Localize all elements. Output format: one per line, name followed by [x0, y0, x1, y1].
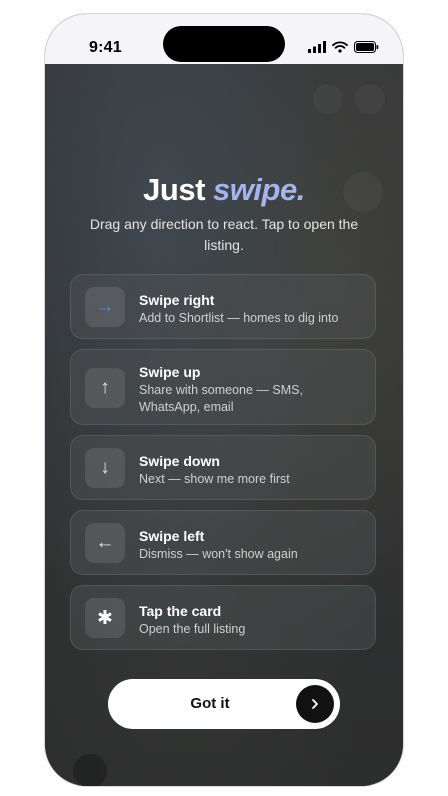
wifi-icon	[332, 41, 348, 53]
status-icons	[308, 41, 379, 53]
gesture-card-swipe-right: → Swipe right Add to Shortlist — homes t…	[70, 274, 376, 339]
gesture-title: Swipe left	[139, 528, 205, 544]
chevron-right-glyph	[312, 699, 318, 709]
signal-icon	[308, 41, 326, 53]
got-it-label: Got it	[190, 695, 230, 712]
gesture-description: Open the full listing	[139, 622, 246, 636]
asterisk-icon: ✱	[85, 598, 125, 638]
gesture-description: Next — show me more first	[139, 472, 290, 486]
status-bar: 9:41	[45, 14, 403, 64]
onboarding-subtitle: Drag any direction to react. Tap to open…	[89, 216, 359, 253]
chevron-right-icon	[296, 685, 334, 723]
gesture-card-tap: ✱ Tap the card Open the full listing	[70, 585, 376, 650]
gesture-card-swipe-up: ↑ Swipe up Share with someone — SMS, Wha…	[70, 349, 376, 425]
got-it-button[interactable]: Got it	[108, 679, 340, 729]
arrow-down-icon: ↓	[85, 448, 125, 488]
status-time: 9:41	[89, 39, 122, 56]
gesture-title: Swipe up	[139, 364, 201, 380]
gesture-title: Swipe down	[139, 453, 220, 469]
gesture-description: Share with someone — SMS, WhatsApp, emai…	[139, 383, 303, 414]
dynamic-island	[163, 26, 285, 62]
arrow-right-icon: →	[85, 287, 125, 327]
onboarding-title: Just swipe.	[45, 172, 403, 208]
gesture-description: Add to Shortlist — homes to dig into	[139, 311, 339, 325]
arrow-up-icon: ↑	[85, 368, 125, 408]
phone-frame: 9:41 Just swipe. Drag any direction to r…	[45, 14, 403, 786]
title-prefix: Just	[143, 172, 205, 207]
title-accent: swipe.	[213, 172, 305, 207]
arrow-left-icon: ←	[85, 523, 125, 563]
gesture-description: Dismiss — won't show again	[139, 547, 298, 561]
gesture-title: Swipe right	[139, 292, 215, 308]
gesture-title: Tap the card	[139, 603, 222, 619]
gesture-card-swipe-down: ↓ Swipe down Next — show me more first	[70, 435, 376, 500]
gesture-card-swipe-left: ← Swipe left Dismiss — won't show again	[70, 510, 376, 575]
battery-icon	[354, 41, 379, 53]
